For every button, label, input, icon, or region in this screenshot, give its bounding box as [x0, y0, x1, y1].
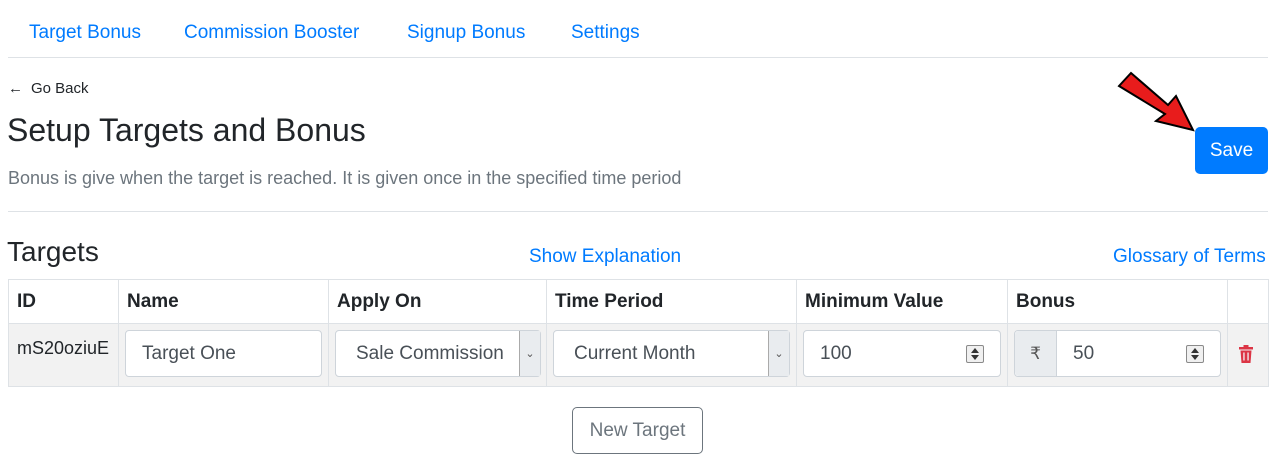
left-arrow-icon: ← [8, 80, 23, 97]
apply-on-cell: Sale Commission ⌄ [328, 323, 547, 387]
red-pointer-arrow [1117, 71, 1195, 132]
name-cell: Target One [118, 323, 329, 387]
minimum-value-input[interactable]: 100 [803, 330, 1001, 377]
actions-cell [1227, 323, 1269, 387]
tab-signup-bonus[interactable]: Signup Bonus [407, 22, 525, 44]
chevron-down-icon: ⌄ [768, 331, 789, 376]
column-header-bonus: Bonus [1007, 279, 1228, 324]
column-header-apply-on: Apply On [328, 279, 547, 324]
column-header-actions [1227, 279, 1269, 324]
new-target-button[interactable]: New Target [572, 407, 703, 454]
bonus-value: 50 [1073, 342, 1095, 364]
page-title: Setup Targets and Bonus [7, 112, 366, 148]
chevron-down-icon: ⌄ [519, 331, 540, 376]
apply-on-value: Sale Commission [356, 342, 504, 364]
tab-target-bonus[interactable]: Target Bonus [29, 22, 141, 44]
bonus-cell: ₹ 50 [1007, 323, 1228, 387]
glossary-link[interactable]: Glossary of Terms [1113, 246, 1266, 268]
number-spinner-icon[interactable] [966, 345, 984, 363]
column-header-name: Name [118, 279, 329, 324]
top-nav: Target Bonus Commission Booster Signup B… [8, 0, 1268, 58]
section-title: Targets [7, 236, 99, 267]
name-value: Target One [142, 342, 236, 364]
table-header-row: ID Name Apply On Time Period Minimum Val… [8, 279, 1269, 324]
target-id: mS20oziuE [17, 338, 110, 358]
column-header-time-period: Time Period [546, 279, 797, 324]
name-input[interactable]: Target One [125, 330, 322, 377]
targets-table: ID Name Apply On Time Period Minimum Val… [8, 279, 1269, 387]
table-row: mS20oziuE Target One Sale Commission ⌄ C… [8, 323, 1269, 387]
apply-on-select[interactable]: Sale Commission ⌄ [335, 330, 541, 377]
go-back-link[interactable]: ← Go Back [8, 80, 89, 97]
minimum-value: 100 [820, 342, 852, 364]
go-back-label: Go Back [31, 80, 89, 97]
tab-commission-booster[interactable]: Commission Booster [184, 22, 359, 44]
bonus-input[interactable]: ₹ 50 [1014, 330, 1221, 377]
time-period-select[interactable]: Current Month ⌄ [553, 330, 790, 377]
time-period-value: Current Month [574, 342, 696, 364]
number-spinner-icon[interactable] [1186, 345, 1204, 363]
tab-settings[interactable]: Settings [571, 22, 640, 44]
trash-icon[interactable] [1238, 345, 1254, 363]
page-subtitle: Bonus is give when the target is reached… [8, 168, 682, 188]
divider [8, 211, 1268, 212]
show-explanation-link[interactable]: Show Explanation [529, 246, 681, 268]
minimum-value-cell: 100 [796, 323, 1008, 387]
time-period-cell: Current Month ⌄ [546, 323, 797, 387]
column-header-id: ID [8, 279, 119, 324]
rupee-icon: ₹ [1015, 331, 1057, 376]
column-header-minimum-value: Minimum Value [796, 279, 1008, 324]
save-button[interactable]: Save [1195, 127, 1268, 174]
id-cell: mS20oziuE [8, 323, 119, 387]
